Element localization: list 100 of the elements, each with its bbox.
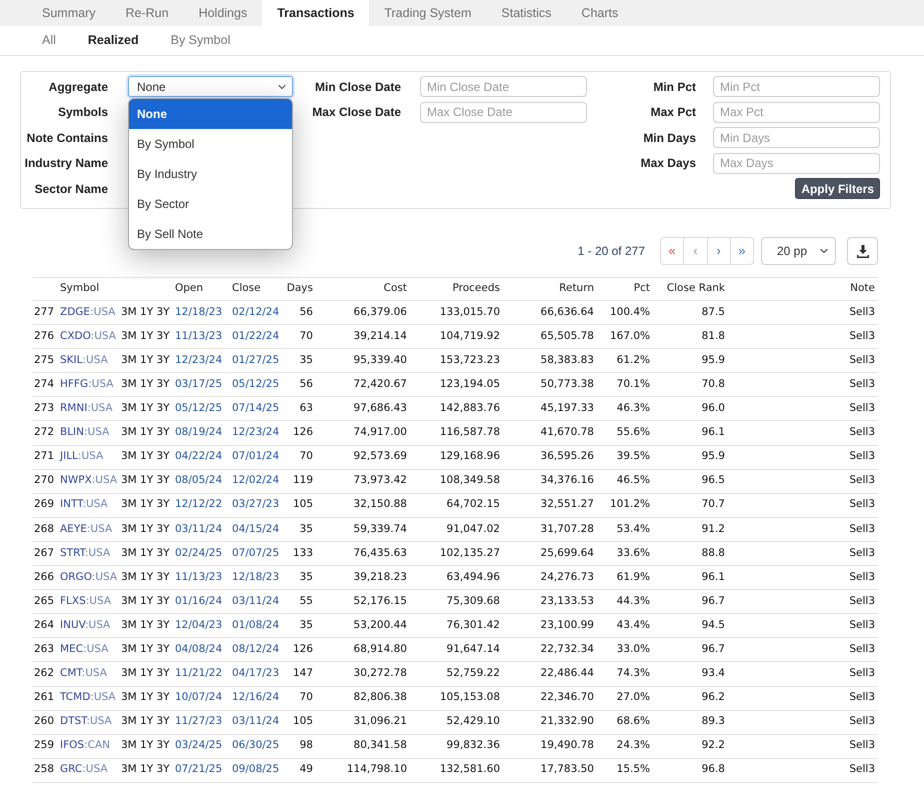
period-link[interactable]: 3M	[121, 738, 137, 754]
symbol-link[interactable]: IFOS:CAN	[60, 738, 110, 754]
close-date-link[interactable]: 12/16/24	[232, 690, 280, 706]
period-link[interactable]: 3Y	[156, 618, 170, 634]
symbol-link[interactable]: DTST:USA	[60, 714, 112, 730]
input-field[interactable]: Min Days	[713, 127, 880, 148]
period-link[interactable]: 1Y	[140, 714, 154, 730]
open-date-link[interactable]: 12/23/24	[175, 352, 222, 369]
open-date-link[interactable]: 07/21/25	[175, 762, 222, 778]
period-link[interactable]: 1Y	[140, 376, 154, 393]
period-link[interactable]: 3M	[121, 304, 137, 320]
page-button[interactable]: «	[660, 237, 684, 265]
close-date-link[interactable]: 07/14/25	[232, 401, 280, 417]
nav-tab[interactable]: Holdings	[184, 0, 262, 26]
period-link[interactable]: 3Y	[156, 497, 170, 514]
symbol-link[interactable]: NWPX:USA	[60, 473, 118, 490]
period-link[interactable]: 3M	[121, 473, 137, 490]
period-link[interactable]: 3M	[121, 690, 137, 706]
open-date-link[interactable]: 03/11/24	[175, 522, 222, 538]
period-link[interactable]: 3Y	[156, 690, 170, 706]
open-date-link[interactable]: 08/19/24	[175, 425, 222, 441]
period-link[interactable]: 1Y	[140, 738, 154, 754]
period-link[interactable]: 3M	[121, 522, 137, 538]
symbol-link[interactable]: GRC:USA	[60, 762, 108, 778]
period-link[interactable]: 3M	[121, 594, 137, 610]
period-link[interactable]: 3M	[121, 328, 137, 345]
nav-tab[interactable]: Summary	[27, 0, 110, 26]
input-field[interactable]: Max Close Date	[420, 102, 587, 122]
period-link[interactable]: 3Y	[156, 666, 170, 682]
period-link[interactable]: 3M	[121, 401, 137, 417]
sub-tab[interactable]: By Symbol	[154, 26, 246, 55]
download-button[interactable]	[847, 237, 878, 265]
sub-tab[interactable]: All	[26, 26, 72, 55]
period-link[interactable]: 3Y	[156, 449, 170, 465]
page-button[interactable]: »	[730, 237, 754, 265]
close-date-link[interactable]: 09/08/25	[232, 762, 280, 778]
close-date-link[interactable]: 01/27/25	[232, 352, 280, 369]
nav-tab[interactable]: Charts	[566, 0, 634, 26]
aggregate-select[interactable]: None	[128, 76, 293, 97]
period-link[interactable]: 3Y	[156, 401, 170, 417]
close-date-link[interactable]: 03/27/23	[232, 497, 280, 514]
period-link[interactable]: 1Y	[140, 546, 154, 562]
period-link[interactable]: 3M	[121, 618, 137, 634]
close-date-link[interactable]: 06/30/25	[232, 738, 280, 754]
period-link[interactable]: 1Y	[140, 401, 154, 417]
period-link[interactable]: 3Y	[156, 570, 170, 586]
period-link[interactable]: 1Y	[140, 328, 154, 345]
period-link[interactable]: 1Y	[140, 304, 154, 320]
nav-tab[interactable]: Trading System	[369, 0, 486, 26]
close-date-link[interactable]: 04/17/23	[232, 666, 280, 682]
open-date-link[interactable]: 05/12/25	[175, 401, 222, 417]
apply-filters-button[interactable]: Apply Filters	[795, 178, 880, 199]
open-date-link[interactable]: 03/24/25	[175, 738, 222, 754]
period-link[interactable]: 3Y	[156, 304, 170, 320]
close-date-link[interactable]: 08/12/24	[232, 642, 280, 658]
period-link[interactable]: 3M	[121, 570, 137, 586]
open-date-link[interactable]: 03/17/25	[175, 376, 222, 393]
open-date-link[interactable]: 11/13/23	[175, 570, 222, 586]
open-date-link[interactable]: 12/12/22	[175, 497, 222, 514]
dropdown-option[interactable]: By Symbol	[129, 129, 292, 159]
period-link[interactable]: 3Y	[156, 328, 170, 345]
page-size-select[interactable]: 20 pp	[761, 237, 836, 265]
dropdown-option[interactable]: None	[129, 99, 292, 129]
period-link[interactable]: 1Y	[140, 449, 154, 465]
open-date-link[interactable]: 01/16/24	[175, 594, 222, 610]
period-link[interactable]: 3M	[121, 666, 137, 682]
period-link[interactable]: 3Y	[156, 352, 170, 369]
symbol-link[interactable]: STRT:USA	[60, 546, 110, 562]
nav-tab[interactable]: Statistics	[486, 0, 566, 26]
period-link[interactable]: 1Y	[140, 352, 154, 369]
open-date-link[interactable]: 02/24/25	[175, 546, 222, 562]
period-link[interactable]: 1Y	[140, 594, 154, 610]
open-date-link[interactable]: 11/27/23	[175, 714, 222, 730]
open-date-link[interactable]: 11/21/22	[175, 666, 222, 682]
close-date-link[interactable]: 05/12/25	[232, 376, 280, 393]
symbol-link[interactable]: SKIL:USA	[60, 352, 108, 369]
close-date-link[interactable]: 12/23/24	[232, 425, 280, 441]
open-date-link[interactable]: 12/18/23	[175, 304, 222, 320]
close-date-link[interactable]: 07/07/25	[232, 546, 280, 562]
period-link[interactable]: 3Y	[156, 762, 170, 778]
nav-tab[interactable]: Transactions	[262, 0, 370, 26]
period-link[interactable]: 1Y	[140, 522, 154, 538]
input-field[interactable]: Max Days	[713, 152, 880, 174]
period-link[interactable]: 3M	[121, 714, 137, 730]
close-date-link[interactable]: 12/18/23	[232, 570, 280, 586]
close-date-link[interactable]: 07/01/24	[232, 449, 280, 465]
period-link[interactable]: 3M	[121, 352, 137, 369]
period-link[interactable]: 3M	[121, 762, 137, 778]
symbol-link[interactable]: JILL:USA	[60, 449, 104, 465]
open-date-link[interactable]: 10/07/24	[175, 690, 222, 706]
open-date-link[interactable]: 12/04/23	[175, 618, 222, 634]
period-link[interactable]: 1Y	[140, 642, 154, 658]
close-date-link[interactable]: 12/02/24	[232, 473, 280, 490]
input-field[interactable]: Max Pct	[713, 102, 880, 122]
close-date-link[interactable]: 01/08/24	[232, 618, 280, 634]
period-link[interactable]: 3M	[121, 449, 137, 465]
period-link[interactable]: 3M	[121, 546, 137, 562]
input-field[interactable]: Min Close Date	[420, 76, 587, 97]
input-field[interactable]: Min Pct	[713, 76, 880, 97]
period-link[interactable]: 3M	[121, 642, 137, 658]
